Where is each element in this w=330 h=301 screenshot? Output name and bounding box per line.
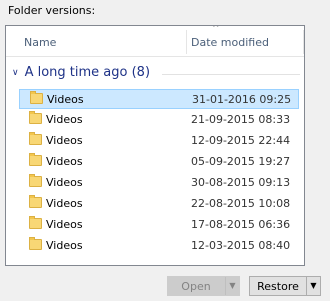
item-date-modified: 21-09-2015 08:33: [191, 113, 291, 126]
folder-icon: [29, 153, 42, 166]
folder-icon: [29, 237, 42, 250]
group-divider: [162, 74, 300, 75]
folder-icon: [29, 195, 42, 208]
item-name: Videos: [46, 155, 83, 168]
item-name: Videos: [46, 134, 83, 147]
folder-icon: [29, 111, 42, 124]
list-item[interactable]: Videos 17-08-2015 06:36: [19, 215, 299, 235]
chevron-down-icon: ∨: [12, 68, 19, 78]
column-divider[interactable]: [303, 30, 304, 54]
folder-icon: [29, 132, 42, 145]
item-date-modified: 17-08-2015 06:36: [191, 218, 291, 231]
open-button-label: Open: [181, 280, 211, 293]
item-name: Videos: [46, 218, 83, 231]
list-item[interactable]: Videos 31-01-2016 09:25: [19, 89, 299, 109]
item-name: Videos: [46, 176, 83, 189]
group-header-a-long-time-ago[interactable]: ∨ A long time ago (8): [12, 65, 150, 80]
triangle-down-icon[interactable]: ▼: [225, 277, 239, 295]
restore-button[interactable]: Restore ▼: [249, 276, 321, 296]
item-date-modified: 22-08-2015 10:08: [191, 197, 291, 210]
item-date-modified: 30-08-2015 09:13: [191, 176, 291, 189]
list-item[interactable]: Videos 22-08-2015 10:08: [19, 194, 299, 214]
item-name: Videos: [46, 197, 83, 210]
item-name: Videos: [46, 113, 83, 126]
open-button[interactable]: Open ▼: [167, 276, 240, 296]
triangle-down-icon[interactable]: ▼: [306, 277, 320, 295]
folder-icon: [30, 91, 43, 104]
item-name: Videos: [47, 93, 84, 106]
versions-list[interactable]: Name ^ Date modified ∨ A long time ago (8…: [5, 25, 305, 266]
list-item[interactable]: Videos 30-08-2015 09:13: [19, 173, 299, 193]
folder-icon: [29, 216, 42, 229]
group-label: A long time ago (8): [24, 65, 151, 80]
sort-caret-icon: ^: [212, 25, 220, 34]
item-date-modified: 12-09-2015 22:44: [191, 134, 291, 147]
item-date-modified: 05-09-2015 19:27: [191, 155, 291, 168]
restore-button-label: Restore: [257, 280, 299, 293]
item-date-modified: 12-03-2015 08:40: [191, 239, 291, 252]
list-item[interactable]: Videos 12-03-2015 08:40: [19, 236, 299, 256]
column-divider[interactable]: [186, 30, 187, 54]
folder-icon: [29, 174, 42, 187]
column-header-bar: Name ^ Date modified: [6, 26, 304, 57]
list-item[interactable]: Videos 05-09-2015 19:27: [19, 152, 299, 172]
item-date-modified: 31-01-2016 09:25: [192, 93, 292, 106]
item-name: Videos: [46, 239, 83, 252]
column-header-name[interactable]: Name: [24, 36, 56, 49]
folder-versions-heading: Folder versions:: [8, 4, 96, 17]
column-header-date-modified[interactable]: Date modified: [191, 36, 269, 49]
list-item[interactable]: Videos 21-09-2015 08:33: [19, 110, 299, 130]
list-item[interactable]: Videos 12-09-2015 22:44: [19, 131, 299, 151]
